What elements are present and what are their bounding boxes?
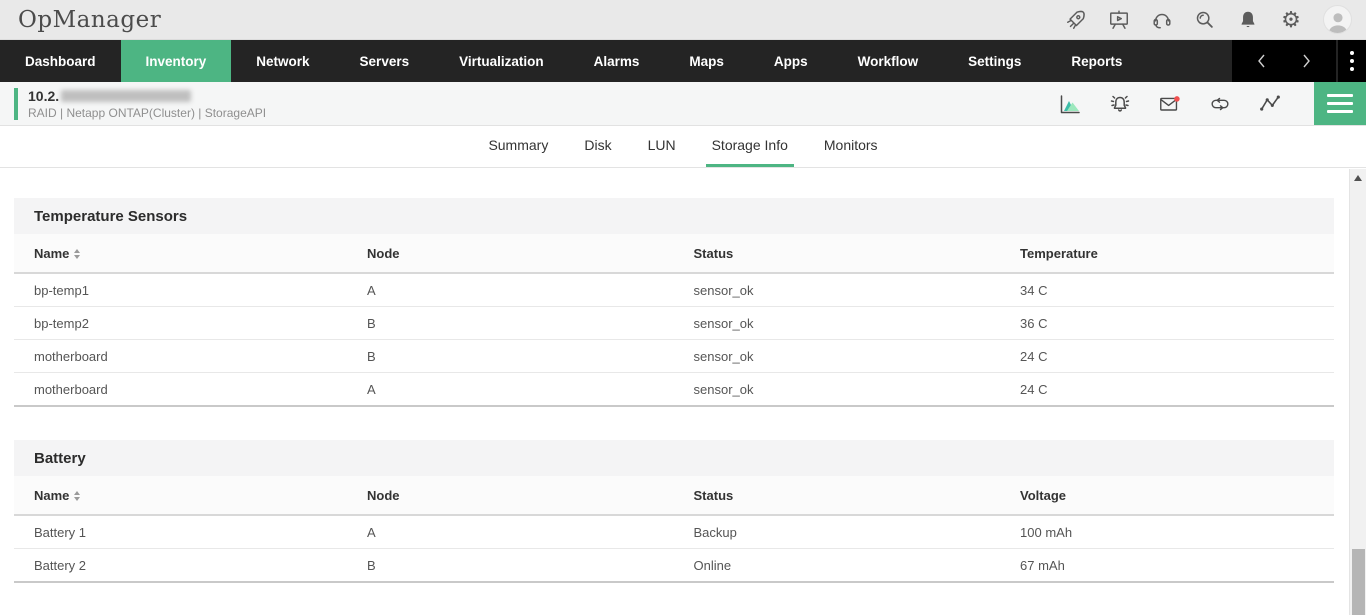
user-avatar[interactable]: [1323, 5, 1352, 34]
nav-item-dashboard[interactable]: Dashboard: [0, 40, 121, 82]
table-header-row: Name Node Status Temperature: [14, 234, 1334, 274]
device-header: 10.2. RAID | Netapp ONTAP(Cluster) | Sto…: [0, 82, 1366, 126]
device-actions: [1058, 82, 1366, 125]
battery-section: Battery Name Node Status Voltage Battery…: [14, 440, 1334, 583]
nav-item-settings[interactable]: Settings: [943, 40, 1046, 82]
column-header-temperature: Temperature: [1014, 234, 1334, 272]
column-header-node: Node: [361, 234, 688, 272]
top-header: OpManager: [0, 0, 1366, 40]
redacted-ip: [61, 90, 191, 102]
bell-icon[interactable]: [1237, 9, 1259, 31]
column-header-voltage: Voltage: [1014, 476, 1334, 514]
chevron-right-icon[interactable]: [1284, 40, 1328, 82]
line-graph-icon[interactable]: [1258, 92, 1282, 116]
nav-item-apps[interactable]: Apps: [749, 40, 833, 82]
area-chart-icon[interactable]: [1058, 92, 1082, 116]
sort-icon[interactable]: [74, 249, 80, 259]
table-header-row: Name Node Status Voltage: [14, 476, 1334, 516]
tab-storage-info[interactable]: Storage Info: [706, 126, 794, 167]
device-tab-bar: Summary Disk LUN Storage Info Monitors: [0, 126, 1366, 168]
column-header-name[interactable]: Name: [28, 234, 361, 272]
search-icon[interactable]: [1194, 9, 1216, 31]
storage-info-content: Temperature Sensors Name Node Status Tem…: [0, 168, 1366, 615]
mail-icon[interactable]: [1158, 92, 1182, 116]
tab-summary[interactable]: Summary: [482, 126, 554, 167]
nav-item-workflow[interactable]: Workflow: [833, 40, 944, 82]
chevron-left-icon[interactable]: [1240, 40, 1284, 82]
device-status-accent: [14, 88, 18, 120]
table-row: bp-temp1 A sensor_ok 34 C: [14, 274, 1334, 307]
device-ip-title: 10.2.: [28, 88, 266, 104]
table-row: motherboard A sensor_ok 24 C: [14, 373, 1334, 407]
tab-monitors[interactable]: Monitors: [818, 126, 884, 167]
nav-item-reports[interactable]: Reports: [1046, 40, 1147, 82]
table-row: Battery 2 B Online 67 mAh: [14, 549, 1334, 583]
nav-item-network[interactable]: Network: [231, 40, 334, 82]
top-header-icons: ⚙: [1065, 5, 1352, 34]
support-headset-icon[interactable]: [1151, 9, 1173, 31]
section-title: Temperature Sensors: [14, 198, 1334, 234]
nav-scroll-box: [1232, 40, 1336, 82]
section-title: Battery: [14, 440, 1334, 476]
column-header-status: Status: [688, 234, 1015, 272]
nav-item-maps[interactable]: Maps: [664, 40, 749, 82]
vertical-scrollbar[interactable]: [1349, 169, 1366, 615]
tab-disk[interactable]: Disk: [578, 126, 617, 167]
rocket-icon[interactable]: [1065, 9, 1087, 31]
tab-lun[interactable]: LUN: [642, 126, 682, 167]
kebab-menu-icon[interactable]: [1338, 40, 1366, 82]
table-row: Battery 1 A Backup 100 mAh: [14, 516, 1334, 549]
scrollbar-thumb[interactable]: [1352, 549, 1365, 615]
dependency-loop-icon[interactable]: [1208, 92, 1232, 116]
alarm-bell-icon[interactable]: [1108, 92, 1132, 116]
column-header-status: Status: [688, 476, 1015, 514]
opmanager-logo: OpManager: [18, 7, 161, 33]
nav-item-virtualization[interactable]: Virtualization: [434, 40, 569, 82]
gear-icon[interactable]: ⚙: [1280, 9, 1302, 31]
nav-right-controls: [1232, 40, 1366, 82]
training-board-icon[interactable]: [1108, 9, 1130, 31]
column-header-node: Node: [361, 476, 688, 514]
table-row: motherboard B sensor_ok 24 C: [14, 340, 1334, 373]
table-row: bp-temp2 B sensor_ok 36 C: [14, 307, 1334, 340]
column-header-name[interactable]: Name: [28, 476, 361, 514]
hamburger-menu[interactable]: [1314, 82, 1366, 125]
main-nav: Dashboard Inventory Network Servers Virt…: [0, 40, 1366, 82]
nav-item-inventory[interactable]: Inventory: [121, 40, 232, 82]
temperature-sensors-section: Temperature Sensors Name Node Status Tem…: [14, 198, 1334, 407]
nav-item-servers[interactable]: Servers: [335, 40, 435, 82]
device-meta: RAID | Netapp ONTAP(Cluster) | StorageAP…: [28, 106, 266, 120]
nav-item-alarms[interactable]: Alarms: [569, 40, 665, 82]
sort-icon[interactable]: [74, 491, 80, 501]
scrollbar-up-arrow[interactable]: [1350, 169, 1366, 186]
